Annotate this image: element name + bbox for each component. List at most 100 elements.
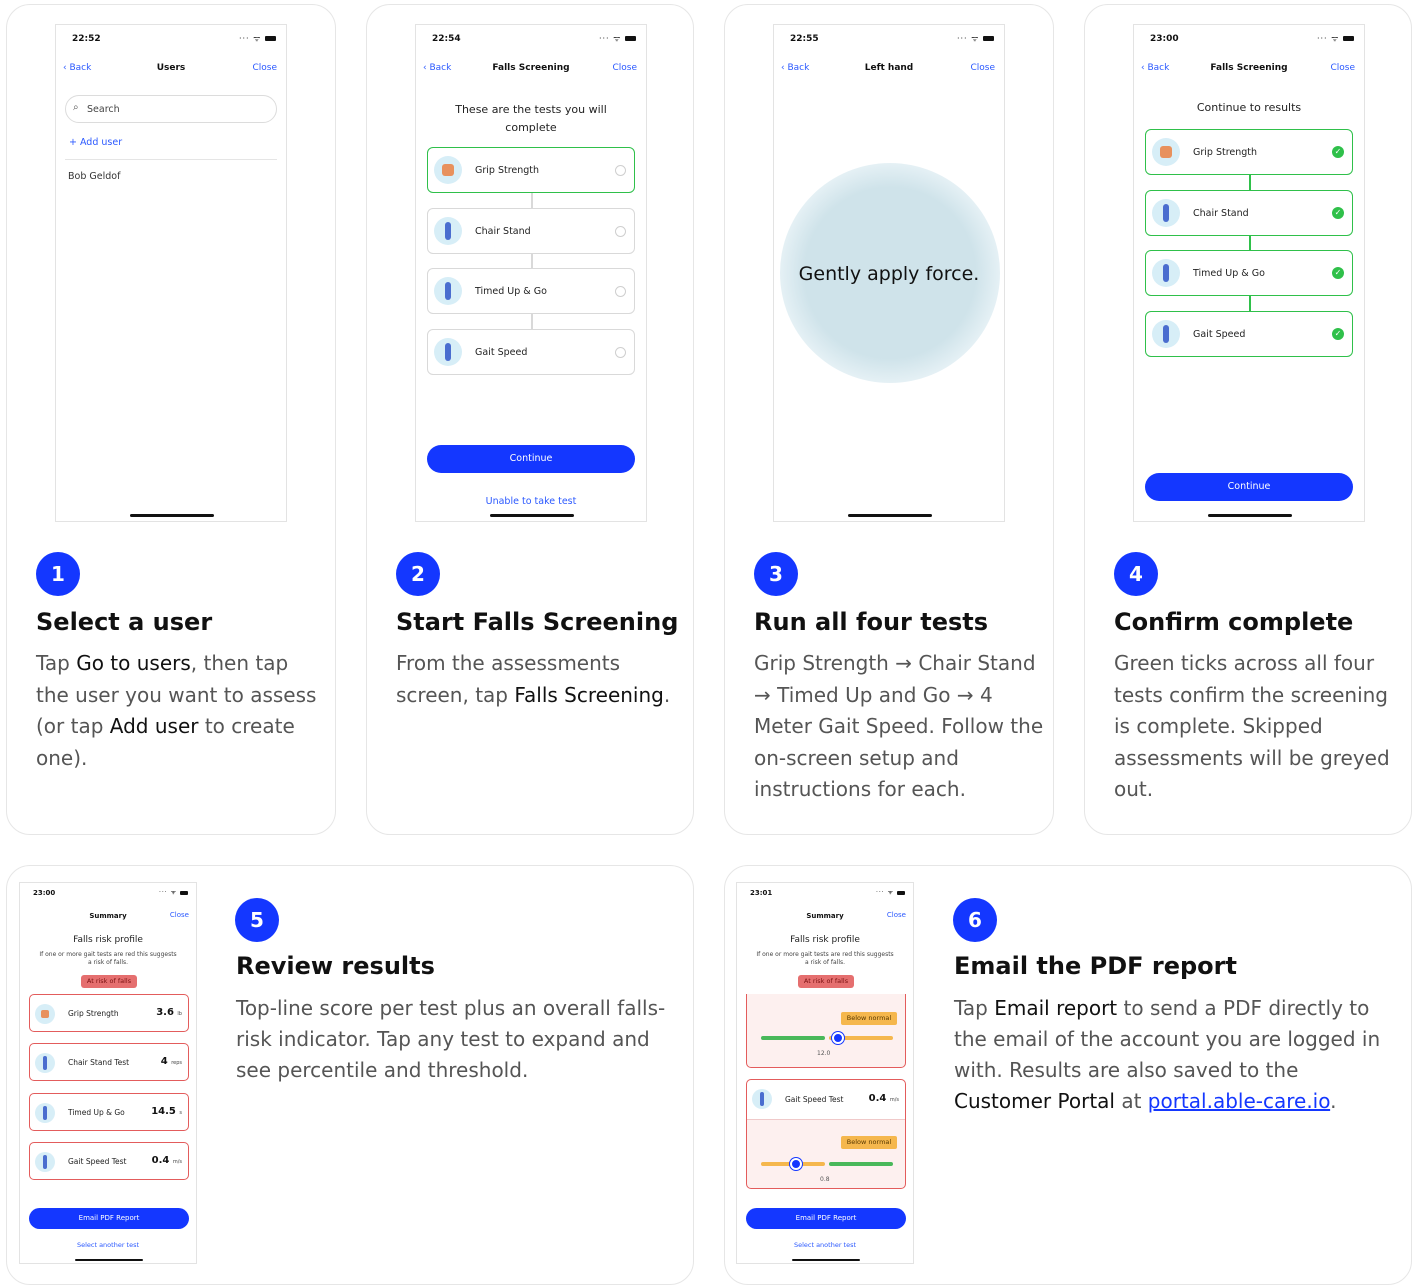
risk-badge: At risk of falls xyxy=(798,975,854,988)
test-row-timed-up-go[interactable]: Timed Up & Go ✓ xyxy=(1145,250,1353,296)
status-time: 22:54 xyxy=(432,34,461,44)
search-input[interactable]: ⌕ Search xyxy=(65,95,277,123)
home-indicator xyxy=(490,514,574,517)
connector xyxy=(531,314,533,330)
add-user-link[interactable]: + Add user xyxy=(69,137,122,148)
step-card-2: 22:54 ··· ᯤ ‹ Back Falls Screening Close… xyxy=(366,4,694,835)
close-button[interactable]: Close xyxy=(170,911,189,919)
user-list-item[interactable]: Bob Geldof xyxy=(68,171,120,182)
step-card-6: 23:01 ··· ᯤ Summary Close Falls risk pro… xyxy=(724,865,1412,1285)
result-label: Gait Speed Test xyxy=(68,1157,127,1166)
nav-bar: ‹ Back Falls Screening Close xyxy=(1134,63,1364,77)
step-description: Tap Email report to send a PDF directly … xyxy=(954,996,1381,1113)
slider-track-normal xyxy=(829,1162,893,1166)
test-label: Gait Speed xyxy=(1193,329,1246,340)
continue-button[interactable]: Continue xyxy=(427,445,635,473)
chair-stand-icon xyxy=(1152,199,1180,227)
close-button[interactable]: Close xyxy=(887,911,906,919)
battery-icon xyxy=(1343,36,1354,41)
connector xyxy=(1249,235,1251,251)
home-indicator xyxy=(1208,514,1292,517)
step-number: 3 xyxy=(754,552,798,596)
step-title: Confirm complete xyxy=(1114,608,1354,636)
home-indicator xyxy=(130,514,214,517)
grip-strength-icon xyxy=(35,1004,55,1024)
test-row-grip-strength[interactable]: Grip Strength xyxy=(427,147,635,193)
select-another-test-link[interactable]: Select another test xyxy=(737,1241,913,1249)
step-title: Run all four tests xyxy=(754,608,989,636)
phone-screenshot-confirm: 23:00 ··· ᯤ ‹ Back Falls Screening Close… xyxy=(1133,24,1365,522)
result-value: 4 reps xyxy=(160,1056,182,1067)
gait-speed-icon xyxy=(434,338,462,366)
result-row-grip-strength[interactable]: Grip Strength 3.6 lb xyxy=(29,994,189,1032)
test-label: Chair Stand xyxy=(475,226,531,237)
close-button[interactable]: Close xyxy=(970,63,995,73)
instruction-text: Gently apply force. xyxy=(798,263,980,285)
result-value: 14.5 s xyxy=(151,1106,182,1117)
email-pdf-report-button[interactable]: Email PDF Report xyxy=(29,1208,189,1229)
step-card-1: 22:52 ··· ᯤ ‹ Back Users Close ⌕ Search … xyxy=(6,4,336,835)
test-label: Timed Up & Go xyxy=(1193,268,1265,279)
connector xyxy=(531,193,533,209)
status-icons: ··· ᯤ xyxy=(159,888,188,896)
status-icons: ··· ᯤ xyxy=(957,33,994,44)
step-title: Start Falls Screening xyxy=(396,608,679,636)
phone-screenshot-summary: 23:00 ··· ᯤ Summary Close Falls risk pro… xyxy=(19,882,197,1264)
test-row-chair-stand[interactable]: Chair Stand ✓ xyxy=(1145,190,1353,236)
step-number: 4 xyxy=(1114,552,1158,596)
test-row-gait-speed[interactable]: Gait Speed ✓ xyxy=(1145,311,1353,357)
status-time: 23:00 xyxy=(1150,34,1179,44)
home-indicator xyxy=(848,514,932,517)
close-button[interactable]: Close xyxy=(252,63,277,73)
close-button[interactable]: Close xyxy=(1330,63,1355,73)
email-pdf-report-button[interactable]: Email PDF Report xyxy=(746,1208,906,1229)
gait-speed-icon xyxy=(35,1152,55,1172)
status-icons: ··· ᯤ xyxy=(599,33,636,44)
radio-icon xyxy=(615,226,626,237)
test-row-timed-up-go[interactable]: Timed Up & Go xyxy=(427,268,635,314)
result-label: Gait Speed Test xyxy=(785,1095,844,1104)
test-row-gait-speed[interactable]: Gait Speed xyxy=(427,329,635,375)
status-time: 22:52 xyxy=(72,34,101,44)
test-label: Timed Up & Go xyxy=(475,286,547,297)
chair-stand-icon xyxy=(434,217,462,245)
customer-portal-link[interactable]: portal.able-care.io xyxy=(1148,1089,1330,1113)
result-row-chair-stand[interactable]: Chair Stand Test 4 reps xyxy=(29,1043,189,1081)
test-row-chair-stand[interactable]: Chair Stand xyxy=(427,208,635,254)
divider xyxy=(65,159,277,160)
result-row-gait-speed[interactable]: Gait Speed Test 0.4 m/s xyxy=(29,1142,189,1180)
search-icon: ⌕ xyxy=(73,102,79,113)
profile-note: If one or more gait tests are red this s… xyxy=(756,951,894,966)
slider-thumb[interactable] xyxy=(832,1032,844,1044)
timed-up-go-icon xyxy=(35,1103,55,1123)
step-description: Green ticks across all four tests confir… xyxy=(1114,651,1390,801)
battery-icon xyxy=(265,36,276,41)
test-row-grip-strength[interactable]: Grip Strength ✓ xyxy=(1145,129,1353,175)
result-row-timed-up-go[interactable]: Timed Up & Go 14.5 s xyxy=(29,1093,189,1131)
step-title: Review results xyxy=(236,952,435,980)
check-icon: ✓ xyxy=(1332,146,1344,158)
unable-to-take-test-link[interactable]: Unable to take test xyxy=(416,496,646,507)
step-description: Tap Go to users, then tap the user you w… xyxy=(36,651,317,770)
below-normal-badge: Below normal xyxy=(841,1136,897,1149)
timed-up-go-icon xyxy=(434,277,462,305)
select-another-test-link[interactable]: Select another test xyxy=(20,1241,196,1249)
search-placeholder: Search xyxy=(87,104,120,115)
nav-bar: ‹ Back Left hand Close xyxy=(774,63,1004,77)
test-label: Grip Strength xyxy=(1193,147,1258,158)
close-button[interactable]: Close xyxy=(612,63,637,73)
result-value: 0.4 m/s xyxy=(151,1155,182,1166)
result-label: Chair Stand Test xyxy=(68,1058,130,1067)
screen-heading: These are the tests you will complete xyxy=(455,103,607,134)
continue-button[interactable]: Continue xyxy=(1145,473,1353,501)
battery-icon xyxy=(625,36,636,41)
step-number: 2 xyxy=(396,552,440,596)
slider-thumb[interactable] xyxy=(790,1158,802,1170)
result-label: Grip Strength xyxy=(68,1009,119,1018)
step-card-3: 22:55 ··· ᯤ ‹ Back Left hand Close Gentl… xyxy=(724,4,1054,835)
result-row-gait-speed[interactable]: Gait Speed Test 0.4 m/s Below normal 0.8 xyxy=(746,1079,906,1189)
test-label: Grip Strength xyxy=(475,165,540,176)
step-number: 5 xyxy=(235,898,279,942)
battery-icon xyxy=(180,890,188,895)
step-card-5: 23:00 ··· ᯤ Summary Close Falls risk pro… xyxy=(6,865,694,1285)
